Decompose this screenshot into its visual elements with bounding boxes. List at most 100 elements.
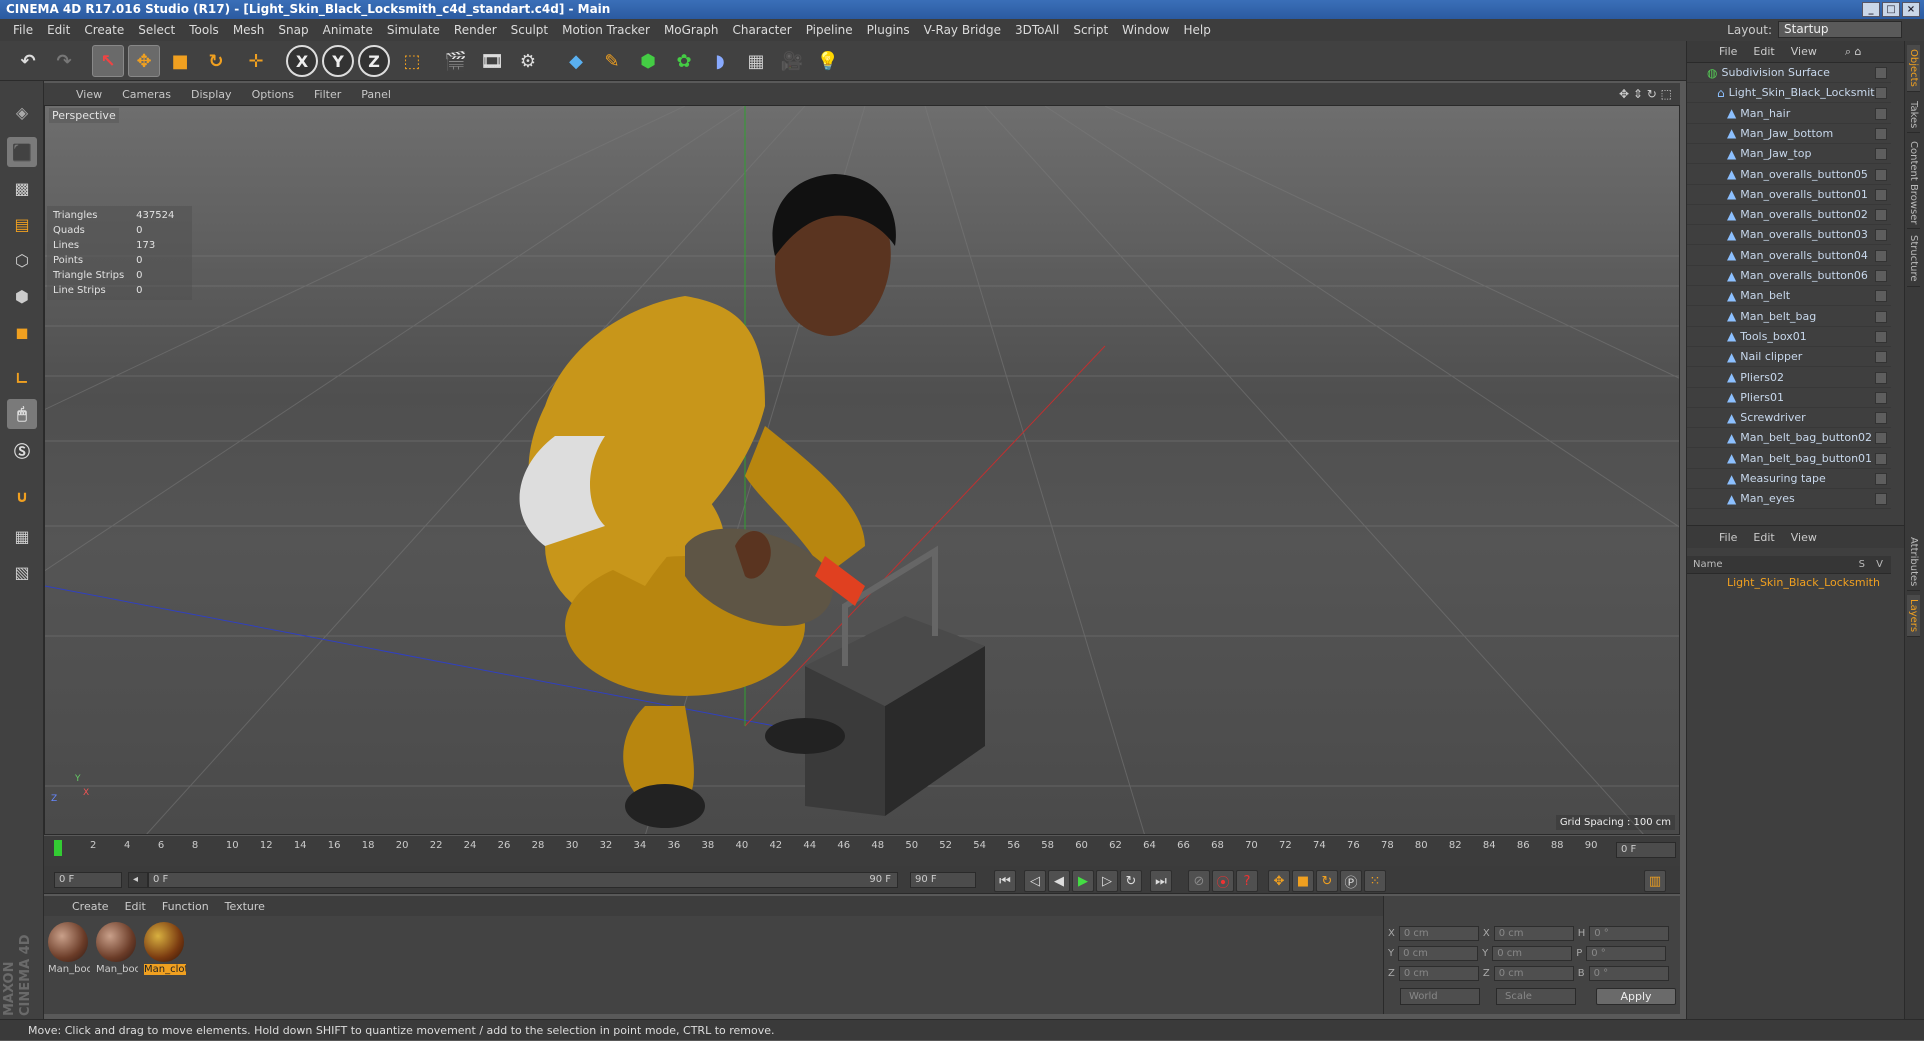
coordinate-system-icon[interactable]: ⬚ (396, 45, 428, 77)
locked-workplane-icon[interactable]: ▦ (7, 521, 37, 551)
scale-dropdown[interactable]: Scale (1496, 988, 1576, 1005)
current-frame-field[interactable]: 0 F (1616, 842, 1676, 858)
camera-icon[interactable]: 🎥 (776, 45, 808, 77)
object-row[interactable]: ▲ Man_overalls_button01 (1687, 185, 1891, 205)
floor-scene-icon[interactable]: ▦ (740, 45, 772, 77)
next-frame-icon[interactable]: ▷ (1096, 870, 1118, 892)
make-editable-icon[interactable]: ◈ (7, 97, 37, 127)
object-row[interactable]: ▲ Man_eyes (1687, 489, 1891, 510)
viewport-menu-view[interactable]: View (66, 88, 112, 101)
object-row[interactable]: ▲ Man_belt_bag_button01 (1687, 449, 1891, 469)
preview-range-slider[interactable]: 0 F 90 F (148, 872, 898, 888)
range-left-arrow-icon[interactable]: ◂ (128, 872, 148, 888)
object-row[interactable]: ▲ Man_belt_bag_button02 (1687, 428, 1891, 449)
tweak-mode-icon[interactable]: 🖱 (7, 399, 37, 429)
object-tag-icon[interactable] (1875, 391, 1887, 404)
object-menu-view[interactable]: View (1783, 45, 1825, 58)
maximize-icon[interactable]: □ (1882, 2, 1900, 17)
object-tag-icon[interactable] (1875, 473, 1887, 485)
key-pla-icon[interactable]: ⁙ (1364, 870, 1386, 892)
object-tag-icon[interactable] (1875, 67, 1887, 79)
tab-objects[interactable]: Objects (1907, 45, 1920, 92)
object-tag-icon[interactable] (1875, 270, 1887, 282)
menu-file[interactable]: File (6, 23, 40, 37)
object-row[interactable]: ▲ Pliers01 (1687, 388, 1891, 408)
material-menu-function[interactable]: Function (154, 900, 217, 913)
menu-animate[interactable]: Animate (316, 23, 380, 37)
object-tag-icon[interactable] (1875, 107, 1887, 120)
menu-window[interactable]: Window (1115, 23, 1176, 37)
menu-mesh[interactable]: Mesh (226, 23, 272, 37)
previous-frame-icon[interactable]: ◀ (1048, 870, 1070, 892)
tab-attributes[interactable]: Attributes (1907, 533, 1920, 592)
layer-row[interactable]: Light_Skin_Black_Locksmith (1687, 574, 1891, 592)
object-row[interactable]: ⌂ Light_Skin_Black_Locksmith (1687, 83, 1891, 104)
go-to-start-icon[interactable]: ⏮ (994, 870, 1016, 892)
polygons-mode-icon[interactable]: ◼ (7, 317, 37, 347)
menu-plugins[interactable]: Plugins (860, 23, 917, 37)
rotate-tool-icon[interactable]: ↻ (200, 45, 232, 77)
object-tag-icon[interactable] (1875, 432, 1887, 445)
material-swatch[interactable]: Man_boc (96, 922, 138, 978)
recent-tool-icon[interactable]: ✛ (240, 45, 272, 77)
tab-takes[interactable]: Takes (1907, 97, 1920, 134)
magnet-icon[interactable]: ∪ (7, 481, 37, 511)
size-y-field[interactable]: 0 cm (1492, 946, 1573, 961)
material-menu-texture[interactable]: Texture (217, 900, 273, 913)
menu-motion-tracker[interactable]: Motion Tracker (555, 23, 657, 37)
position-y-field[interactable]: 0 cm (1398, 946, 1479, 961)
menu-pipeline[interactable]: Pipeline (799, 23, 860, 37)
object-row[interactable]: ◍ Subdivision Surface (1687, 63, 1891, 83)
object-tag-icon[interactable] (1875, 310, 1887, 323)
object-tag-icon[interactable] (1875, 127, 1887, 140)
workplane-mode-icon[interactable]: ▤ (7, 209, 37, 239)
axis-mode-icon[interactable]: ∟ (7, 363, 37, 393)
viewport-menu-filter[interactable]: Filter (304, 88, 351, 101)
object-tag-icon[interactable] (1875, 371, 1887, 384)
object-tag-icon[interactable] (1875, 412, 1887, 425)
planar-workplane-icon[interactable]: ▧ (7, 557, 37, 587)
object-row[interactable]: ▲ Pliers02 (1687, 368, 1891, 388)
material-swatch-selected[interactable]: Man_clot (144, 922, 186, 978)
texture-mode-icon[interactable]: ▩ (7, 173, 37, 203)
key-scale-icon[interactable]: ■ (1292, 870, 1314, 892)
object-row[interactable]: ▲ Man_hair (1687, 104, 1891, 124)
timeline-window-icon[interactable]: ▥ (1644, 870, 1666, 892)
world-dropdown[interactable]: World (1400, 988, 1480, 1005)
3d-viewport[interactable]: Perspective Triangles 437524 Quads 0 Lines… (44, 105, 1680, 835)
object-row[interactable]: ▲ Man_overalls_button05 (1687, 165, 1891, 185)
menu-simulate[interactable]: Simulate (380, 23, 447, 37)
rotation-p-field[interactable]: 0 ° (1586, 946, 1667, 961)
object-tag-icon[interactable] (1875, 209, 1887, 222)
object-row[interactable]: ▲ Nail clipper (1687, 347, 1891, 368)
key-position-icon[interactable]: ✥ (1268, 870, 1290, 892)
object-tag-icon[interactable] (1875, 229, 1887, 242)
object-tag-icon[interactable] (1875, 452, 1887, 465)
object-row[interactable]: ▲ Man_overalls_button03 (1687, 225, 1891, 246)
cube-primitive-icon[interactable]: ◆ (560, 45, 592, 77)
render-view-icon[interactable]: 🎬 (440, 45, 472, 77)
playhead-marker[interactable] (54, 840, 62, 856)
minimize-icon[interactable]: _ (1862, 2, 1880, 17)
redo-icon[interactable]: ↷ (48, 45, 80, 77)
object-tag-icon[interactable] (1875, 148, 1887, 161)
render-settings-icon[interactable]: ⚙ (512, 45, 544, 77)
points-mode-icon[interactable]: ⬡ (7, 245, 37, 275)
apply-button[interactable]: Apply (1596, 988, 1676, 1005)
position-x-field[interactable]: 0 cm (1398, 926, 1479, 941)
rotation-b-field[interactable]: 0 ° (1588, 966, 1669, 981)
viewport-menu-options[interactable]: Options (242, 88, 304, 101)
model-mode-icon[interactable]: ⬛ (7, 137, 37, 167)
x-axis-lock-button[interactable]: X (286, 45, 318, 77)
object-row[interactable]: ▲ Man_Jaw_bottom (1687, 124, 1891, 144)
layer-menu-view[interactable]: View (1783, 531, 1825, 544)
next-key-icon[interactable]: ↻ (1120, 870, 1142, 892)
menu-snap[interactable]: Snap (271, 23, 315, 37)
key-rotation-icon[interactable]: ↻ (1316, 870, 1338, 892)
menu-sculpt[interactable]: Sculpt (504, 23, 555, 37)
autokey-icon[interactable]: ⊘ (1188, 870, 1210, 892)
snap-icon[interactable]: Ⓢ (7, 435, 37, 465)
start-frame-field[interactable]: 0 F (54, 872, 122, 888)
scale-tool-icon[interactable]: ■ (164, 45, 196, 77)
key-parameter-icon[interactable]: Ⓟ (1340, 870, 1362, 892)
